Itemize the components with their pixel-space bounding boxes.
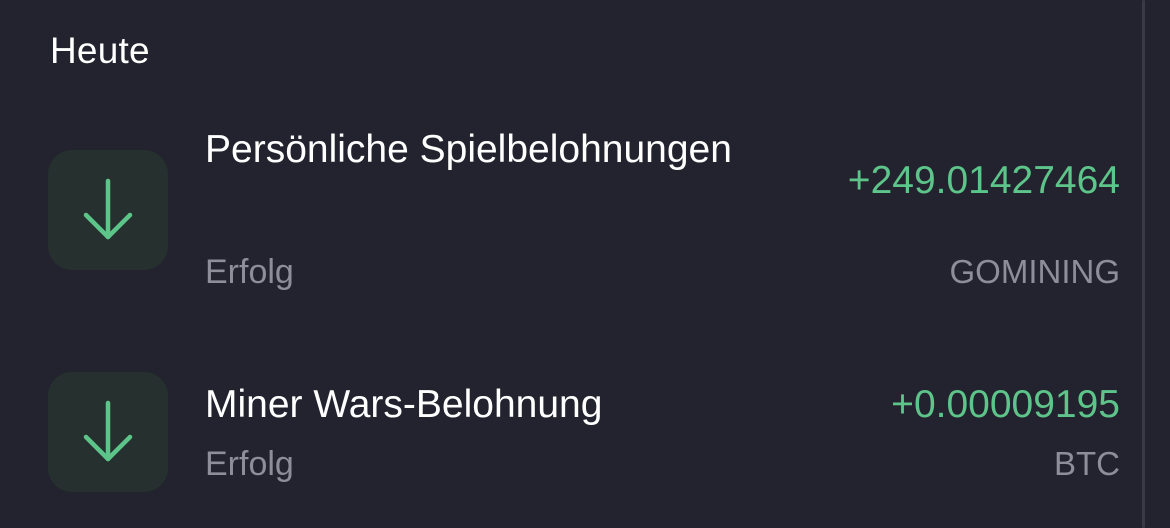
transaction-amount: +0.00009195 <box>891 383 1120 426</box>
transaction-currency: GOMINING <box>949 253 1121 290</box>
transaction-amount: +249.01427464 <box>847 159 1120 202</box>
transaction-status: Erfolg <box>205 445 294 483</box>
arrow-down-icon <box>83 178 133 240</box>
incoming-transaction-icon <box>48 372 168 492</box>
transaction-currency: BTC <box>1054 445 1120 482</box>
transaction-title: Miner Wars-Belohnung <box>205 383 603 426</box>
incoming-transaction-icon <box>48 150 168 270</box>
transaction-row[interactable]: Miner Wars-Belohnung Erfolg +0.00009195 … <box>0 330 1142 528</box>
scrollbar[interactable] <box>1142 0 1145 528</box>
arrow-down-icon <box>83 400 133 462</box>
transaction-history-screen: Heute Persönliche Spielbelohnungen Erfol… <box>0 0 1170 528</box>
transaction-status: Erfolg <box>205 253 294 291</box>
transaction-row[interactable]: Persönliche Spielbelohnungen Erfolg +249… <box>0 0 1142 320</box>
transaction-title: Persönliche Spielbelohnungen <box>205 128 732 171</box>
